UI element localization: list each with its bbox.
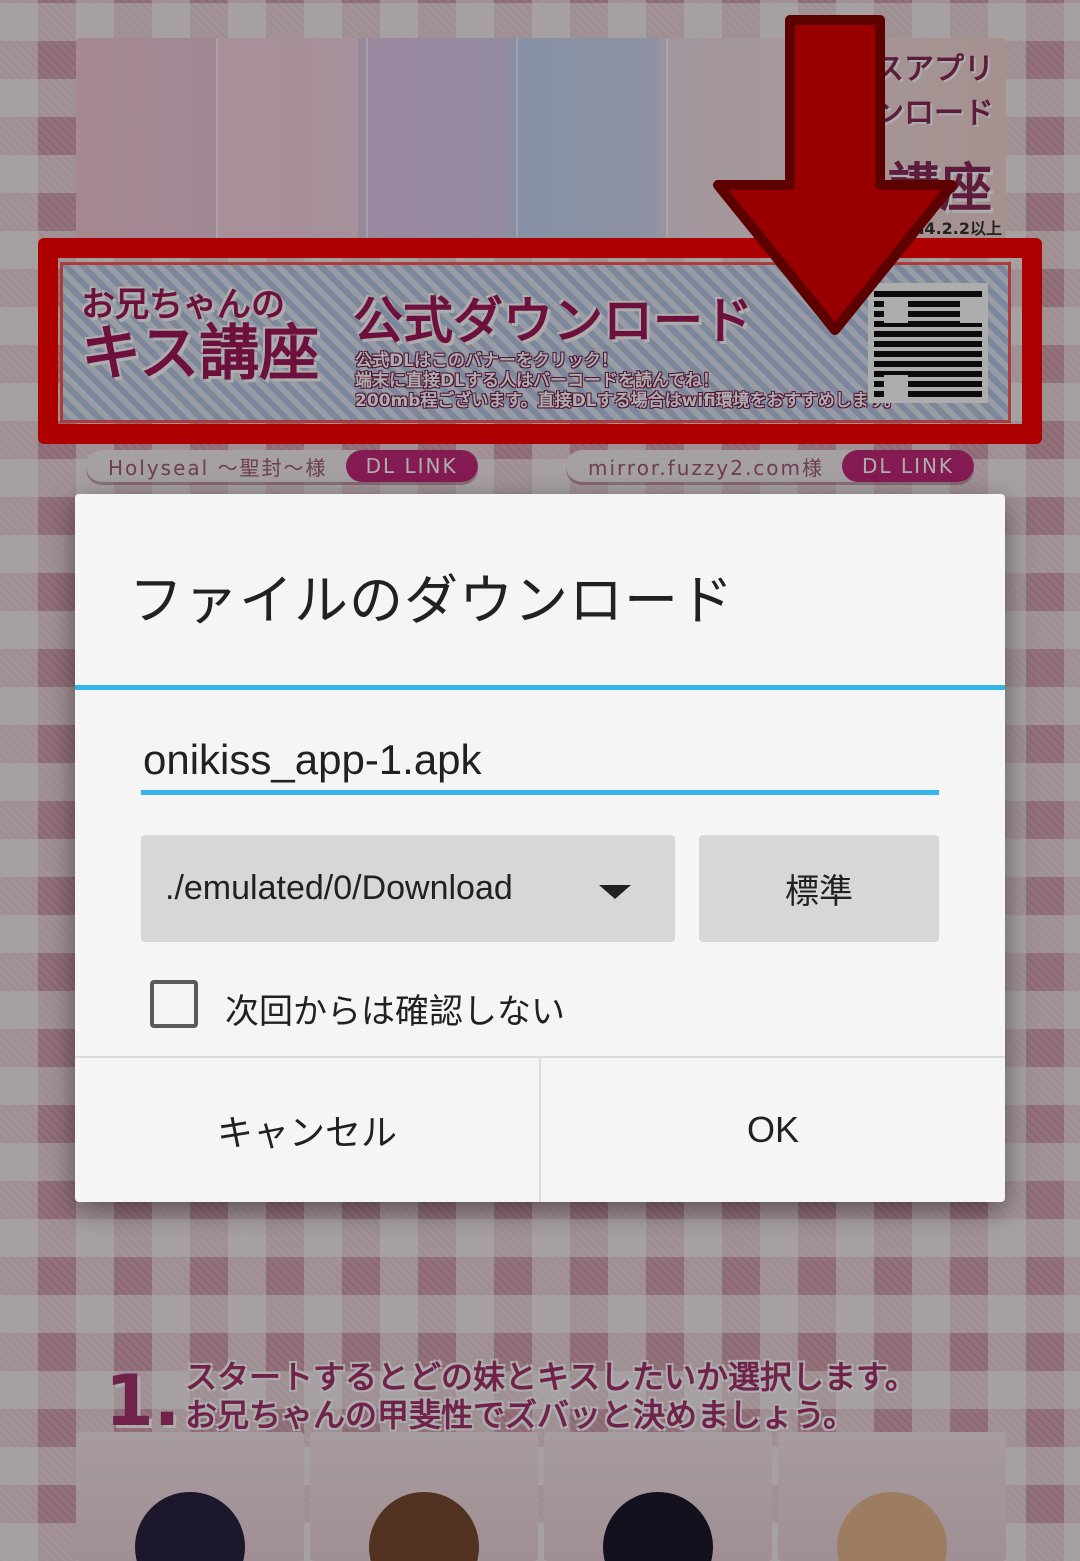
dont-ask-again-checkbox[interactable] (150, 980, 198, 1028)
dialog-title: ファイルのダウンロード (129, 569, 734, 632)
title-divider (75, 685, 1005, 690)
filename-field[interactable]: onikiss_app-1.apk (141, 729, 939, 791)
download-path-dropdown[interactable]: ./emulated/0/Download (141, 835, 675, 942)
download-path-value: ./emulated/0/Download (165, 869, 513, 907)
dropdown-caret-icon (599, 885, 631, 899)
ok-button[interactable]: OK (541, 1058, 1005, 1202)
default-location-button[interactable]: 標準 (699, 835, 939, 942)
cancel-button[interactable]: キャンセル (75, 1058, 539, 1202)
dont-ask-again-label[interactable]: 次回からは確認しない (225, 984, 565, 1033)
filename-underline (141, 790, 939, 795)
file-download-dialog: ファイルのダウンロード onikiss_app-1.apk ./emulated… (75, 494, 1005, 1202)
